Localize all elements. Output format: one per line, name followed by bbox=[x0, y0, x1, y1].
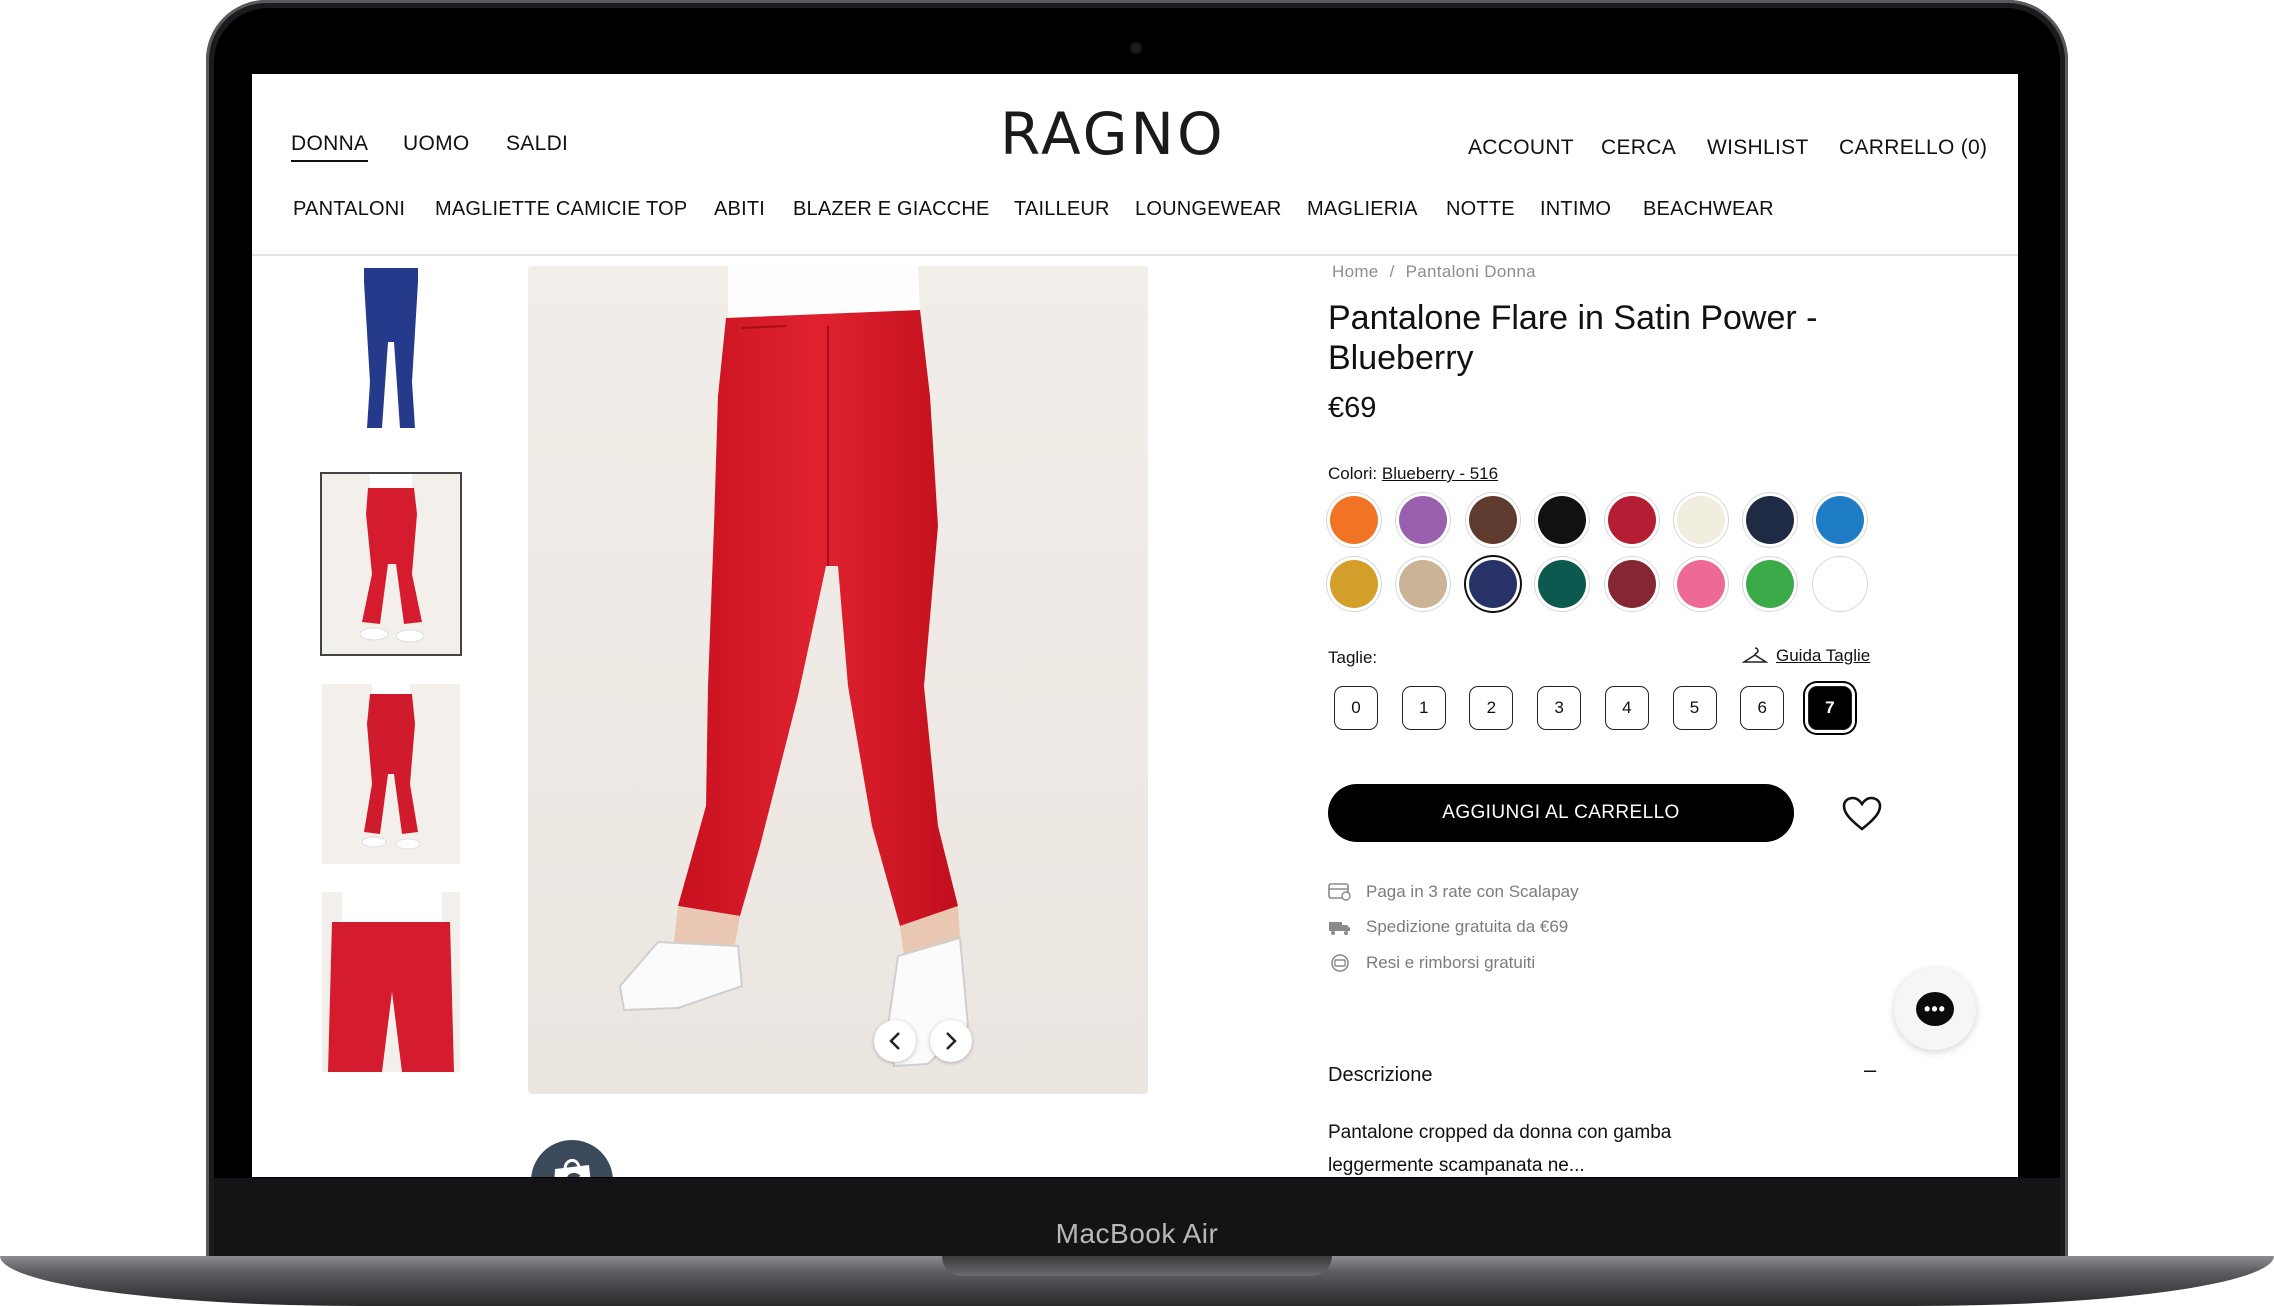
info-returns: Resi e rimborsi gratuiti bbox=[1328, 953, 1535, 973]
color-swatch[interactable] bbox=[1399, 496, 1448, 544]
sizes-label: Taglie: bbox=[1328, 648, 1378, 667]
category-beachwear[interactable]: BEACHWEAR bbox=[1643, 198, 1774, 221]
thumbnail-red-detail[interactable] bbox=[322, 892, 460, 1072]
breadcrumb: Home / Pantaloni Donna bbox=[1332, 262, 1536, 282]
truck-icon bbox=[1329, 922, 1350, 935]
info-scalapay-text: Paga in 3 rate con Scalapay bbox=[1366, 882, 1579, 901]
hanger-icon bbox=[1742, 647, 1768, 663]
chat-bubble-icon: ••• bbox=[1916, 992, 1954, 1026]
color-swatch[interactable] bbox=[1468, 560, 1517, 608]
prev-image-button[interactable] bbox=[874, 1020, 916, 1062]
color-swatch[interactable] bbox=[1746, 496, 1795, 544]
description-heading[interactable]: Descrizione bbox=[1328, 1064, 1432, 1087]
category-maglieria[interactable]: MAGLIERIA bbox=[1307, 198, 1418, 221]
size-guide-text: Guida Taglie bbox=[1776, 646, 1871, 665]
nav-cerca[interactable]: CERCA bbox=[1601, 136, 1676, 160]
color-swatch[interactable] bbox=[1815, 560, 1864, 608]
description-text: Pantalone cropped da donna con gamba leg… bbox=[1328, 1122, 1672, 1176]
main-product-image[interactable] bbox=[528, 266, 1148, 1094]
selected-color-link[interactable]: Blueberry - 516 bbox=[1382, 464, 1498, 483]
category-loungewear[interactable]: LOUNGEWEAR bbox=[1135, 198, 1281, 221]
size-guide-link[interactable]: Guida Taglie bbox=[1742, 646, 1870, 666]
description-collapse-toggle[interactable]: – bbox=[1864, 1057, 1876, 1083]
size-option[interactable]: 5 bbox=[1672, 686, 1717, 730]
color-swatch[interactable] bbox=[1330, 496, 1378, 544]
info-shipping: Spedizione gratuita da €69 bbox=[1328, 917, 1568, 937]
breadcrumb-home[interactable]: Home bbox=[1332, 262, 1379, 281]
returns-icon bbox=[1331, 954, 1349, 972]
thumbnail-blue[interactable] bbox=[322, 262, 460, 442]
color-swatch[interactable] bbox=[1330, 560, 1378, 608]
category-intimo[interactable]: INTIMO bbox=[1540, 198, 1611, 221]
category-blazer[interactable]: BLAZER E GIACCHE bbox=[793, 198, 990, 221]
laptop-notch bbox=[942, 1256, 1332, 1276]
nav-uomo[interactable]: UOMO bbox=[403, 132, 470, 156]
color-swatch[interactable] bbox=[1538, 496, 1587, 544]
size-option[interactable]: 3 bbox=[1537, 686, 1582, 730]
color-swatch[interactable] bbox=[1538, 560, 1587, 608]
thumbnail-red-front[interactable] bbox=[320, 472, 462, 656]
shopify-bag-icon[interactable] bbox=[531, 1140, 613, 1177]
colors-label: Colori: Blueberry - 516 bbox=[1328, 464, 1498, 484]
info-returns-text: Resi e rimborsi gratuiti bbox=[1366, 953, 1536, 972]
color-swatch[interactable] bbox=[1677, 496, 1725, 544]
add-to-cart-button[interactable]: AGGIUNGI AL CARRELLO bbox=[1328, 784, 1794, 842]
thumbnail-red-back[interactable] bbox=[322, 684, 460, 864]
color-swatch[interactable] bbox=[1607, 496, 1656, 544]
info-scalapay: Paga in 3 rate con Scalapay bbox=[1328, 882, 1579, 902]
nav-donna[interactable]: DONNA bbox=[291, 132, 369, 162]
payment-card-icon bbox=[1328, 883, 1351, 901]
device-label: MacBook Air bbox=[1055, 1218, 1219, 1249]
color-swatch[interactable] bbox=[1399, 560, 1448, 608]
product-title: Pantalone Flare in Satin Power - Blueber… bbox=[1328, 299, 1818, 377]
category-pantaloni[interactable]: PANTALONI bbox=[293, 198, 405, 221]
color-swatch[interactable] bbox=[1468, 496, 1517, 544]
category-magliette[interactable]: MAGLIETTE CAMICIE TOP bbox=[435, 198, 687, 221]
brand-logo[interactable]: RAGNO bbox=[1000, 100, 1226, 168]
size-option[interactable]: 0 bbox=[1334, 686, 1378, 730]
nav-wishlist[interactable]: WISHLIST bbox=[1707, 136, 1809, 160]
size-option[interactable]: 2 bbox=[1469, 686, 1514, 730]
size-option[interactable]: 1 bbox=[1401, 686, 1446, 730]
colors-label-text: Colori: bbox=[1328, 464, 1378, 483]
nav-account[interactable]: ACCOUNT bbox=[1468, 136, 1574, 160]
product-price: €69 bbox=[1328, 392, 1377, 424]
chat-button[interactable]: ••• bbox=[1894, 968, 1976, 1050]
header-divider bbox=[252, 254, 2018, 256]
camera-icon bbox=[1131, 43, 1141, 53]
color-swatch[interactable] bbox=[1607, 560, 1656, 608]
color-swatch[interactable] bbox=[1746, 560, 1795, 608]
size-option[interactable]: 4 bbox=[1604, 686, 1649, 730]
size-option[interactable]: 7 bbox=[1807, 686, 1852, 730]
nav-saldi[interactable]: SALDI bbox=[506, 132, 568, 156]
size-option[interactable]: 6 bbox=[1740, 686, 1785, 730]
nav-cart[interactable]: CARRELLO (0) bbox=[1839, 136, 1987, 160]
category-tailleur[interactable]: TAILLEUR bbox=[1014, 198, 1110, 221]
wishlist-heart-icon[interactable] bbox=[1842, 796, 1882, 832]
breadcrumb-separator: / bbox=[1389, 262, 1395, 281]
category-notte[interactable]: NOTTE bbox=[1446, 198, 1515, 221]
info-shipping-text: Spedizione gratuita da €69 bbox=[1366, 917, 1569, 936]
color-swatch[interactable] bbox=[1815, 496, 1864, 544]
color-swatch[interactable] bbox=[1677, 560, 1725, 608]
category-abiti[interactable]: ABITI bbox=[714, 198, 765, 221]
browser-screen: DONNA UOMO SALDI RAGNO ACCOUNT CERCA WIS… bbox=[252, 74, 2018, 1177]
next-image-button[interactable] bbox=[930, 1020, 972, 1062]
breadcrumb-current[interactable]: Pantaloni Donna bbox=[1406, 262, 1536, 281]
